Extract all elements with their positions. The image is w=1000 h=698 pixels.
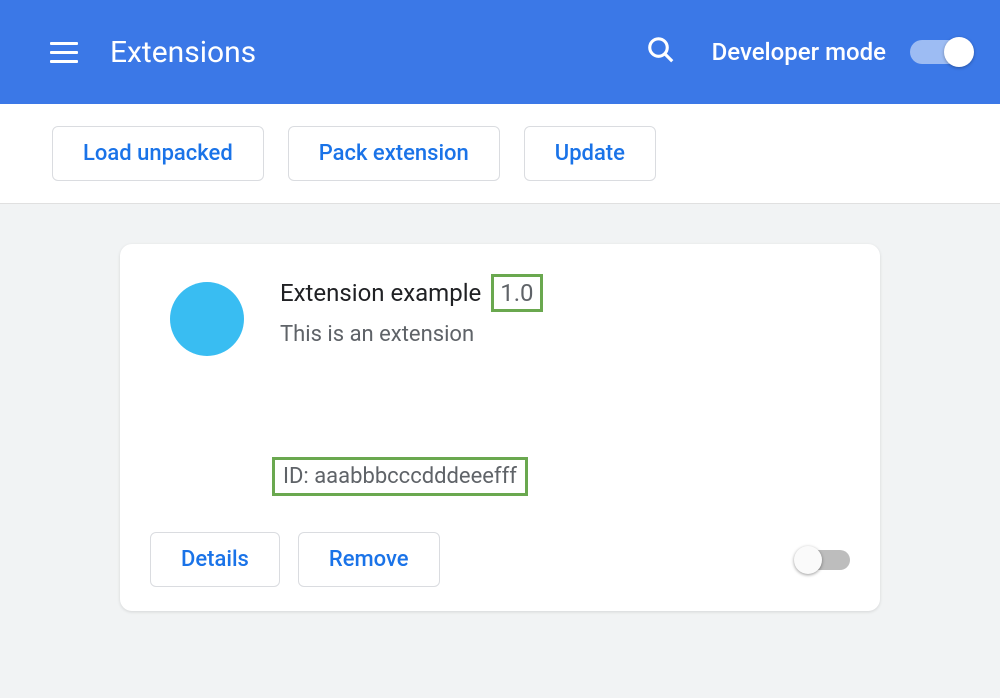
page-title: Extensions [110, 35, 646, 70]
card-header: Extension example 1.0 This is an extensi… [150, 274, 850, 496]
extension-id: ID: aaabbbcccdddeeefff [272, 457, 528, 496]
extension-enable-toggle[interactable] [798, 550, 850, 570]
menu-icon[interactable] [50, 42, 78, 63]
extension-version: 1.0 [491, 274, 542, 312]
header: Extensions Developer mode [0, 0, 1000, 104]
update-button[interactable]: Update [524, 126, 656, 181]
extension-description: This is an extension [280, 322, 850, 347]
extension-info: Extension example 1.0 This is an extensi… [280, 274, 850, 496]
search-icon[interactable] [646, 35, 676, 69]
developer-mode-toggle[interactable] [910, 40, 970, 64]
extension-name-row: Extension example 1.0 [280, 274, 850, 312]
toggle-knob [794, 546, 822, 574]
content-area: Extension example 1.0 This is an extensi… [0, 204, 1000, 651]
extension-icon [170, 282, 244, 356]
developer-toolbar: Load unpacked Pack extension Update [0, 104, 1000, 204]
extension-name: Extension example [280, 279, 481, 307]
card-actions: Details Remove [150, 532, 850, 587]
toggle-knob [944, 37, 974, 67]
remove-button[interactable]: Remove [298, 532, 440, 587]
extension-card: Extension example 1.0 This is an extensi… [120, 244, 880, 611]
load-unpacked-button[interactable]: Load unpacked [52, 126, 264, 181]
details-button[interactable]: Details [150, 532, 280, 587]
pack-extension-button[interactable]: Pack extension [288, 126, 500, 181]
developer-mode-label: Developer mode [712, 38, 886, 66]
